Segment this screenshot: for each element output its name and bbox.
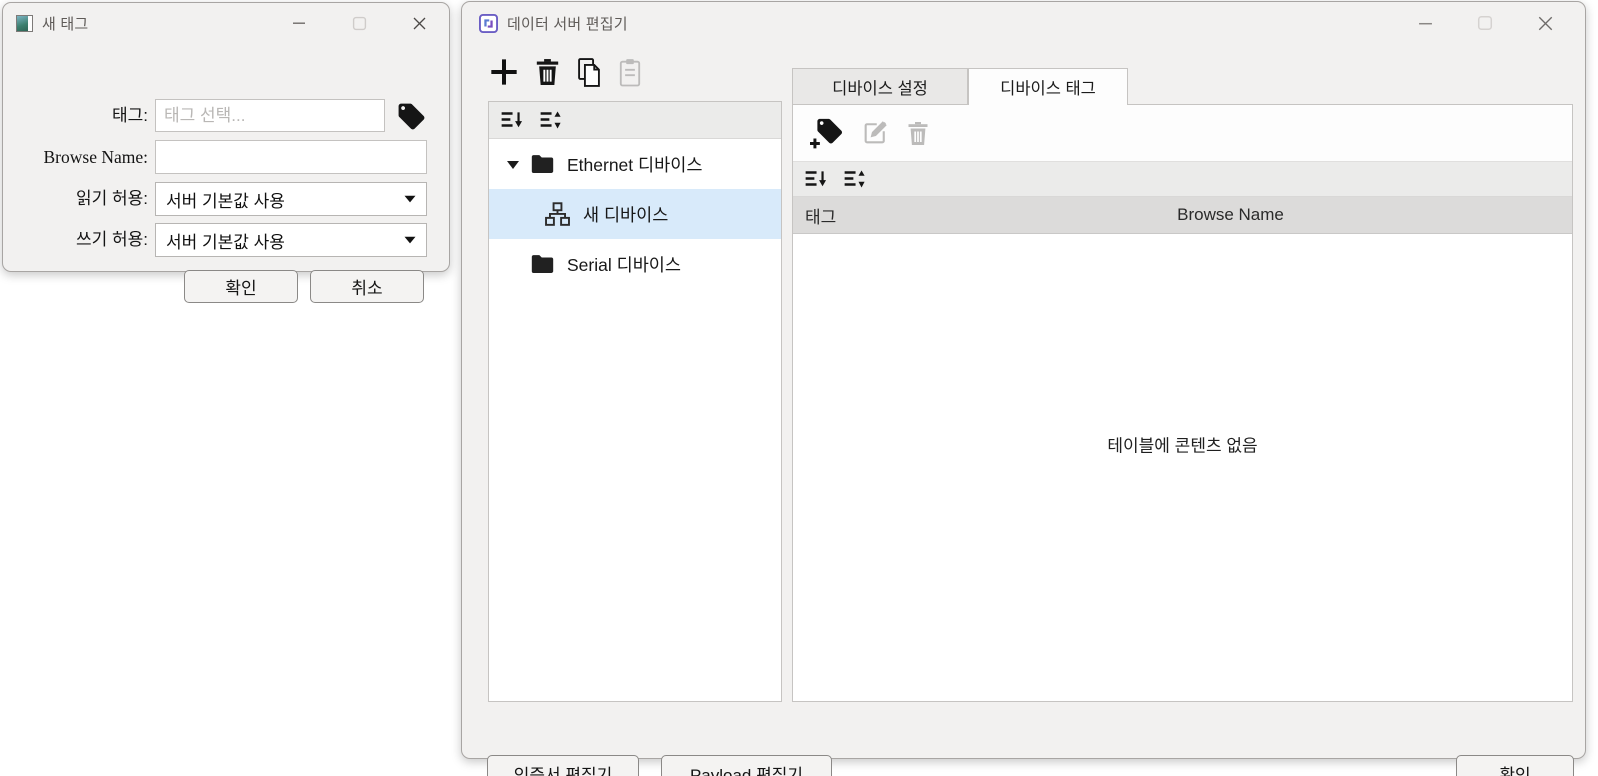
editor-title: 데이터 서버 편집기 (507, 13, 628, 34)
tree-item-ethernet-devices[interactable]: Ethernet 디바이스 (489, 139, 781, 189)
tree-item-serial-devices[interactable]: Serial 디바이스 (489, 239, 781, 289)
expand-arrow-icon[interactable] (506, 159, 520, 170)
delete-icon (534, 57, 561, 87)
read-permission-select[interactable]: 서버 기본값 사용 (155, 182, 427, 216)
add-tag-button[interactable] (808, 117, 844, 149)
editor-window-icon (479, 14, 498, 33)
sort-toggle-button[interactable] (539, 109, 563, 131)
add-tag-icon (808, 117, 844, 149)
device-tags-panel: 태그 Browse Name 테이블에 콘텐츠 없음 (792, 104, 1573, 702)
device-icon (544, 201, 571, 228)
edit-tag-icon (861, 119, 889, 147)
caret-down-icon (404, 236, 416, 244)
close-button[interactable] (389, 3, 449, 43)
sort-descending-icon (804, 168, 828, 190)
read-permission-label: 읽기 허용: (3, 182, 148, 216)
tag-input[interactable] (155, 99, 385, 132)
browse-name-input[interactable] (155, 140, 427, 174)
delete-device-button[interactable] (534, 57, 561, 87)
new-tag-titlebar[interactable]: 새 태그 (3, 3, 449, 43)
tag-label: 태그: (3, 99, 148, 133)
caret-down-icon (404, 195, 416, 203)
sort-descending-button[interactable] (500, 109, 524, 131)
sort-descending-icon (500, 109, 524, 131)
tag-icon (396, 101, 427, 132)
minimize-button[interactable] (1395, 2, 1455, 44)
maximize-button[interactable] (329, 3, 389, 43)
delete-tag-icon (906, 120, 930, 147)
maximize-icon (1477, 15, 1493, 31)
new-tag-window-icon (16, 15, 33, 32)
sort-toggle-icon (539, 109, 563, 131)
paste-device-button (617, 57, 643, 88)
new-tag-title: 새 태그 (42, 13, 88, 34)
table-sort-bar (793, 161, 1572, 197)
read-permission-value: 서버 기본값 사용 (166, 187, 285, 212)
write-permission-select[interactable]: 서버 기본값 사용 (155, 223, 427, 257)
tree-item-label: 새 디바이스 (583, 202, 668, 227)
tab-device-tags[interactable]: 디바이스 태그 (968, 68, 1128, 105)
delete-tag-button (906, 120, 930, 147)
tag-table-body[interactable]: 테이블에 콘텐츠 없음 (793, 234, 1572, 701)
tag-table-header: 태그 Browse Name (793, 197, 1572, 234)
tree-item-label: Ethernet 디바이스 (567, 152, 702, 177)
paste-icon (617, 57, 643, 88)
maximize-icon (352, 16, 367, 31)
minimize-icon (292, 16, 306, 30)
minimize-button[interactable] (269, 3, 329, 43)
folder-icon (529, 251, 556, 278)
editor-titlebar[interactable]: 데이터 서버 편집기 (462, 2, 1585, 44)
payload-editor-button[interactable]: Payload 편집기 (661, 755, 832, 776)
device-tree-panel: Ethernet 디바이스 새 디바이스 S (488, 101, 782, 702)
copy-icon (575, 57, 603, 88)
browse-name-label: Browse Name: (3, 140, 148, 174)
close-button[interactable] (1515, 2, 1575, 44)
sort-toggle-button[interactable] (843, 168, 867, 190)
tab-label: 디바이스 설정 (832, 75, 928, 99)
tree-item-new-device[interactable]: 새 디바이스 (489, 189, 781, 239)
maximize-button[interactable] (1455, 2, 1515, 44)
column-header-browse-name[interactable]: Browse Name (889, 205, 1572, 225)
tree-item-label: Serial 디바이스 (567, 252, 681, 277)
desktop: 새 태그 태그: Browse Name: (0, 0, 1598, 776)
browse-tags-button[interactable] (396, 101, 427, 132)
device-toolbar (488, 56, 643, 88)
sort-toggle-icon (843, 168, 867, 190)
certificate-editor-button[interactable]: 인증서 편집기 (487, 755, 639, 776)
copy-device-button[interactable] (575, 57, 603, 88)
minimize-icon (1418, 16, 1433, 31)
ok-button[interactable]: 확인 (184, 270, 298, 303)
device-tabs: 디바이스 설정 디바이스 태그 (792, 68, 1128, 105)
cancel-button[interactable]: 취소 (310, 270, 424, 303)
tab-device-settings[interactable]: 디바이스 설정 (792, 68, 968, 105)
tab-label: 디바이스 태그 (1000, 75, 1096, 99)
write-permission-label: 쓰기 허용: (3, 223, 148, 257)
new-tag-dialog: 새 태그 태그: Browse Name: (2, 2, 450, 272)
edit-tag-button (861, 119, 889, 147)
tag-toolbar (793, 105, 1572, 161)
add-device-button[interactable] (488, 56, 520, 88)
column-header-tag[interactable]: 태그 (793, 203, 889, 228)
close-icon (412, 16, 427, 31)
editor-ok-button[interactable]: 확인 (1456, 755, 1574, 776)
write-permission-value: 서버 기본값 사용 (166, 228, 285, 253)
data-server-editor-window: 데이터 서버 편집기 (461, 1, 1586, 759)
tree-sort-bar (489, 102, 781, 139)
sort-descending-button[interactable] (804, 168, 828, 190)
add-icon (488, 56, 520, 88)
close-icon (1537, 15, 1554, 32)
empty-table-message: 테이블에 콘텐츠 없음 (1107, 432, 1257, 457)
folder-icon (529, 151, 556, 178)
